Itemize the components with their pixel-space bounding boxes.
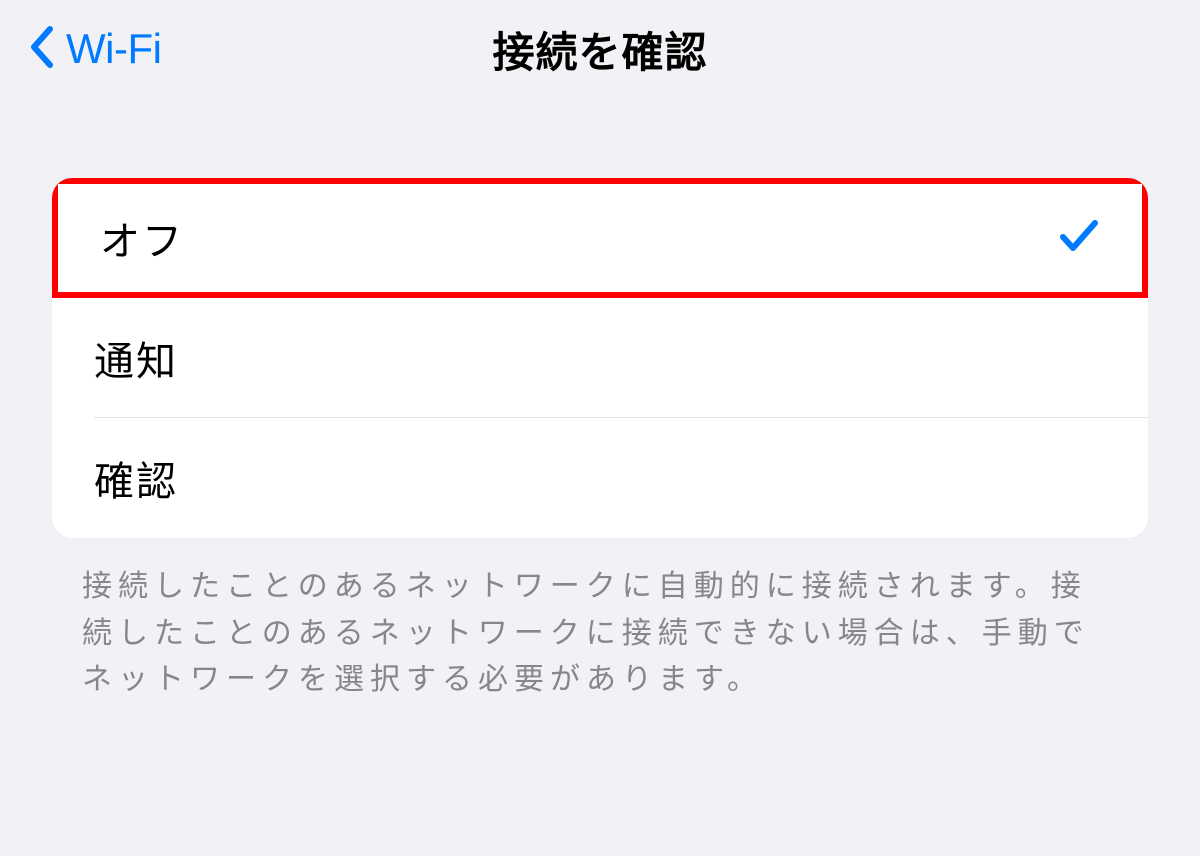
option-off[interactable]: オフ xyxy=(52,178,1148,298)
back-label: Wi-Fi xyxy=(66,25,161,73)
page-title: 接続を確認 xyxy=(492,19,707,80)
option-label: 確認 xyxy=(94,449,178,507)
option-label: 通知 xyxy=(94,329,178,387)
option-notify[interactable]: 通知 xyxy=(52,298,1148,418)
navbar: Wi-Fi 接続を確認 xyxy=(0,0,1200,90)
chevron-left-icon xyxy=(28,25,56,74)
checkmark-icon xyxy=(1058,215,1100,262)
option-label: オフ xyxy=(100,209,184,267)
option-confirm[interactable]: 確認 xyxy=(52,418,1148,538)
options-list: オフ 通知 確認 xyxy=(52,178,1148,538)
footer-description: 接続したことのあるネットワークに自動的に接続されます。接続したことのあるネットワ… xyxy=(52,538,1148,704)
back-button[interactable]: Wi-Fi xyxy=(28,25,161,74)
content-area: オフ 通知 確認 接続したことのあるネットワークに自動的に接続されます。接続した… xyxy=(0,90,1200,704)
